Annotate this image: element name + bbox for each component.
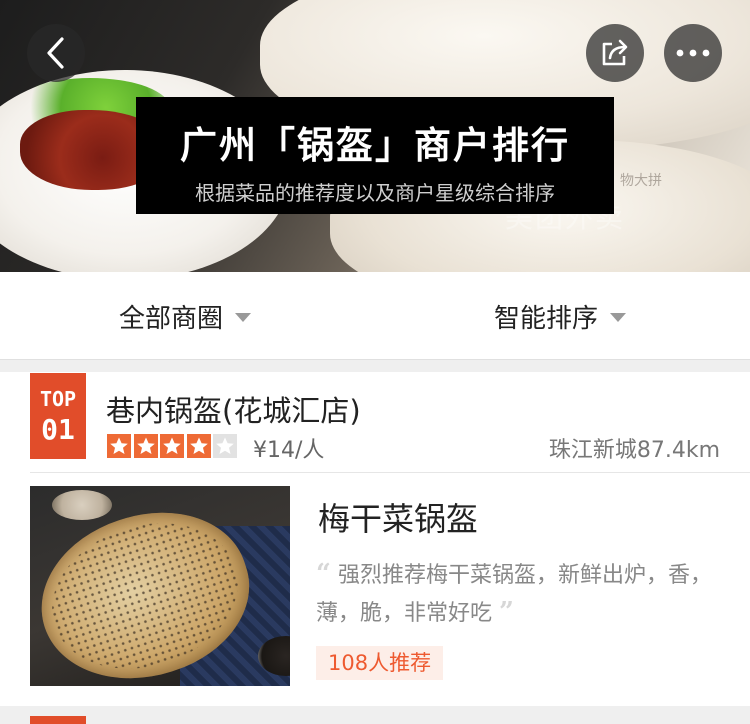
back-button[interactable] — [27, 24, 85, 82]
page-subtitle: 根据菜品的推荐度以及商户星级综合排序 — [195, 181, 555, 205]
filter-bar: 全部商圈 智能排序 — [0, 272, 750, 360]
dish-name: 梅干菜锅盔 — [318, 500, 479, 538]
rank-prefix: TOP — [39, 387, 77, 411]
divider — [30, 472, 750, 473]
hero-banner: 美团外卖 物大拼 广州「锅盔」商户排行 根据菜品的推荐度以及商户星级综合排序 — [0, 0, 750, 272]
share-icon — [602, 39, 628, 66]
review-text: 强烈推荐梅干菜锅盔，新鲜出炉，香，薄，脆，非常好吃 — [316, 563, 712, 626]
dish-image-bowl — [52, 490, 112, 520]
rank-badge: TOP 01 — [30, 373, 86, 459]
star-filled-icon — [133, 434, 158, 458]
price-per-person: ¥14/人 — [253, 438, 325, 463]
more-dots-icon — [676, 49, 710, 57]
star-rating — [107, 434, 240, 458]
recommend-count-badge: 108人推荐 — [316, 646, 444, 680]
area-filter-label: 全部商圈 — [119, 303, 224, 334]
next-rank-badge — [30, 716, 86, 724]
star-filled-icon — [160, 434, 184, 458]
shop-location-distance: 珠江新城87.4km — [548, 438, 720, 463]
shop-name[interactable]: 巷内锅盔(花城汇店) — [106, 388, 361, 430]
watermark-small: 物大拼 — [620, 173, 662, 189]
dish-review: “ 强烈推荐梅干菜锅盔，新鲜出炉，香，薄，脆，非常好吃 ” — [316, 556, 726, 632]
chevron-left-icon — [47, 37, 64, 69]
sort-label: 智能排序 — [494, 303, 599, 334]
area-filter-dropdown[interactable]: 全部商圈 — [119, 272, 252, 360]
caret-down-icon — [610, 312, 627, 322]
share-button[interactable] — [586, 24, 644, 82]
star-filled-icon — [107, 434, 131, 458]
shop-card[interactable]: TOP 01 巷内锅盔(花城汇店) ¥14/人 珠江新城87.4km 梅干菜锅盔… — [0, 372, 750, 706]
ranking-title-box: 广州「锅盔」商户排行 根据菜品的推荐度以及商户星级综合排序 — [136, 97, 614, 214]
close-quote-icon: ” — [499, 597, 514, 627]
star-filled-icon — [186, 434, 211, 458]
caret-down-icon — [235, 312, 252, 322]
page-title: 广州「锅盔」商户排行 — [180, 124, 570, 167]
open-quote-icon: “ — [316, 559, 331, 589]
dish-image[interactable] — [30, 486, 290, 686]
sort-dropdown[interactable]: 智能排序 — [494, 272, 627, 360]
more-options-button[interactable] — [664, 24, 722, 82]
star-empty-icon — [213, 434, 237, 458]
rank-number: 01 — [41, 413, 75, 446]
